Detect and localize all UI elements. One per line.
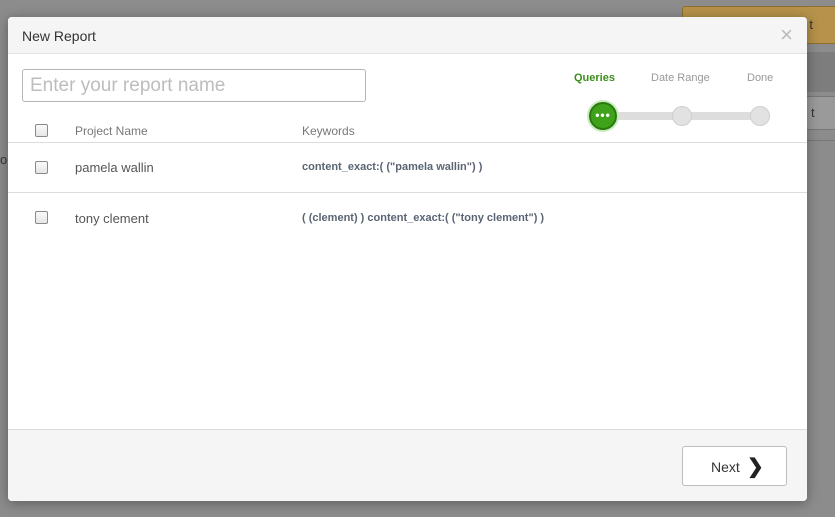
- close-icon[interactable]: ×: [780, 24, 793, 46]
- dots-icon: •••: [595, 108, 611, 122]
- next-button[interactable]: Next ❯: [682, 446, 787, 486]
- modal-title: New Report: [22, 28, 96, 44]
- background-side-button-label: t: [811, 105, 815, 120]
- background-divider: [807, 140, 835, 141]
- row-checkbox[interactable]: [35, 211, 48, 224]
- row-checkbox[interactable]: [35, 161, 48, 174]
- project-name-cell: pamela wallin: [75, 160, 154, 175]
- modal-header: New Report ×: [8, 17, 807, 54]
- modal-footer: Next ❯: [8, 429, 807, 501]
- background-top-button-label: t: [809, 17, 813, 32]
- background-panel-edge: [807, 52, 835, 92]
- column-header-project-name: Project Name: [75, 124, 148, 138]
- table-divider: [8, 192, 807, 193]
- report-name-input[interactable]: [22, 69, 366, 102]
- progress-steps: Queries Date Range Done •••: [568, 69, 788, 130]
- step-label-done: Done: [747, 72, 774, 84]
- keywords-cell: content_exact:( ("pamela wallin") ): [302, 161, 483, 173]
- step-label-date-range: Date Range: [651, 72, 710, 84]
- column-header-keywords: Keywords: [302, 124, 355, 138]
- keywords-cell: ( (clement) ) content_exact:( ("tony cle…: [302, 212, 545, 224]
- step-dot-queries[interactable]: •••: [589, 102, 617, 130]
- chevron-right-icon: ❯: [747, 456, 764, 478]
- new-report-modal: New Report × Queries Date Range Done •••…: [8, 17, 807, 501]
- table-divider: [8, 142, 807, 143]
- project-name-cell: tony clement: [75, 211, 149, 226]
- step-dot-date-range[interactable]: [672, 106, 692, 126]
- step-dot-done[interactable]: [750, 106, 770, 126]
- step-label-queries: Queries: [574, 72, 615, 84]
- next-button-label: Next: [711, 459, 740, 475]
- select-all-checkbox[interactable]: [35, 124, 48, 137]
